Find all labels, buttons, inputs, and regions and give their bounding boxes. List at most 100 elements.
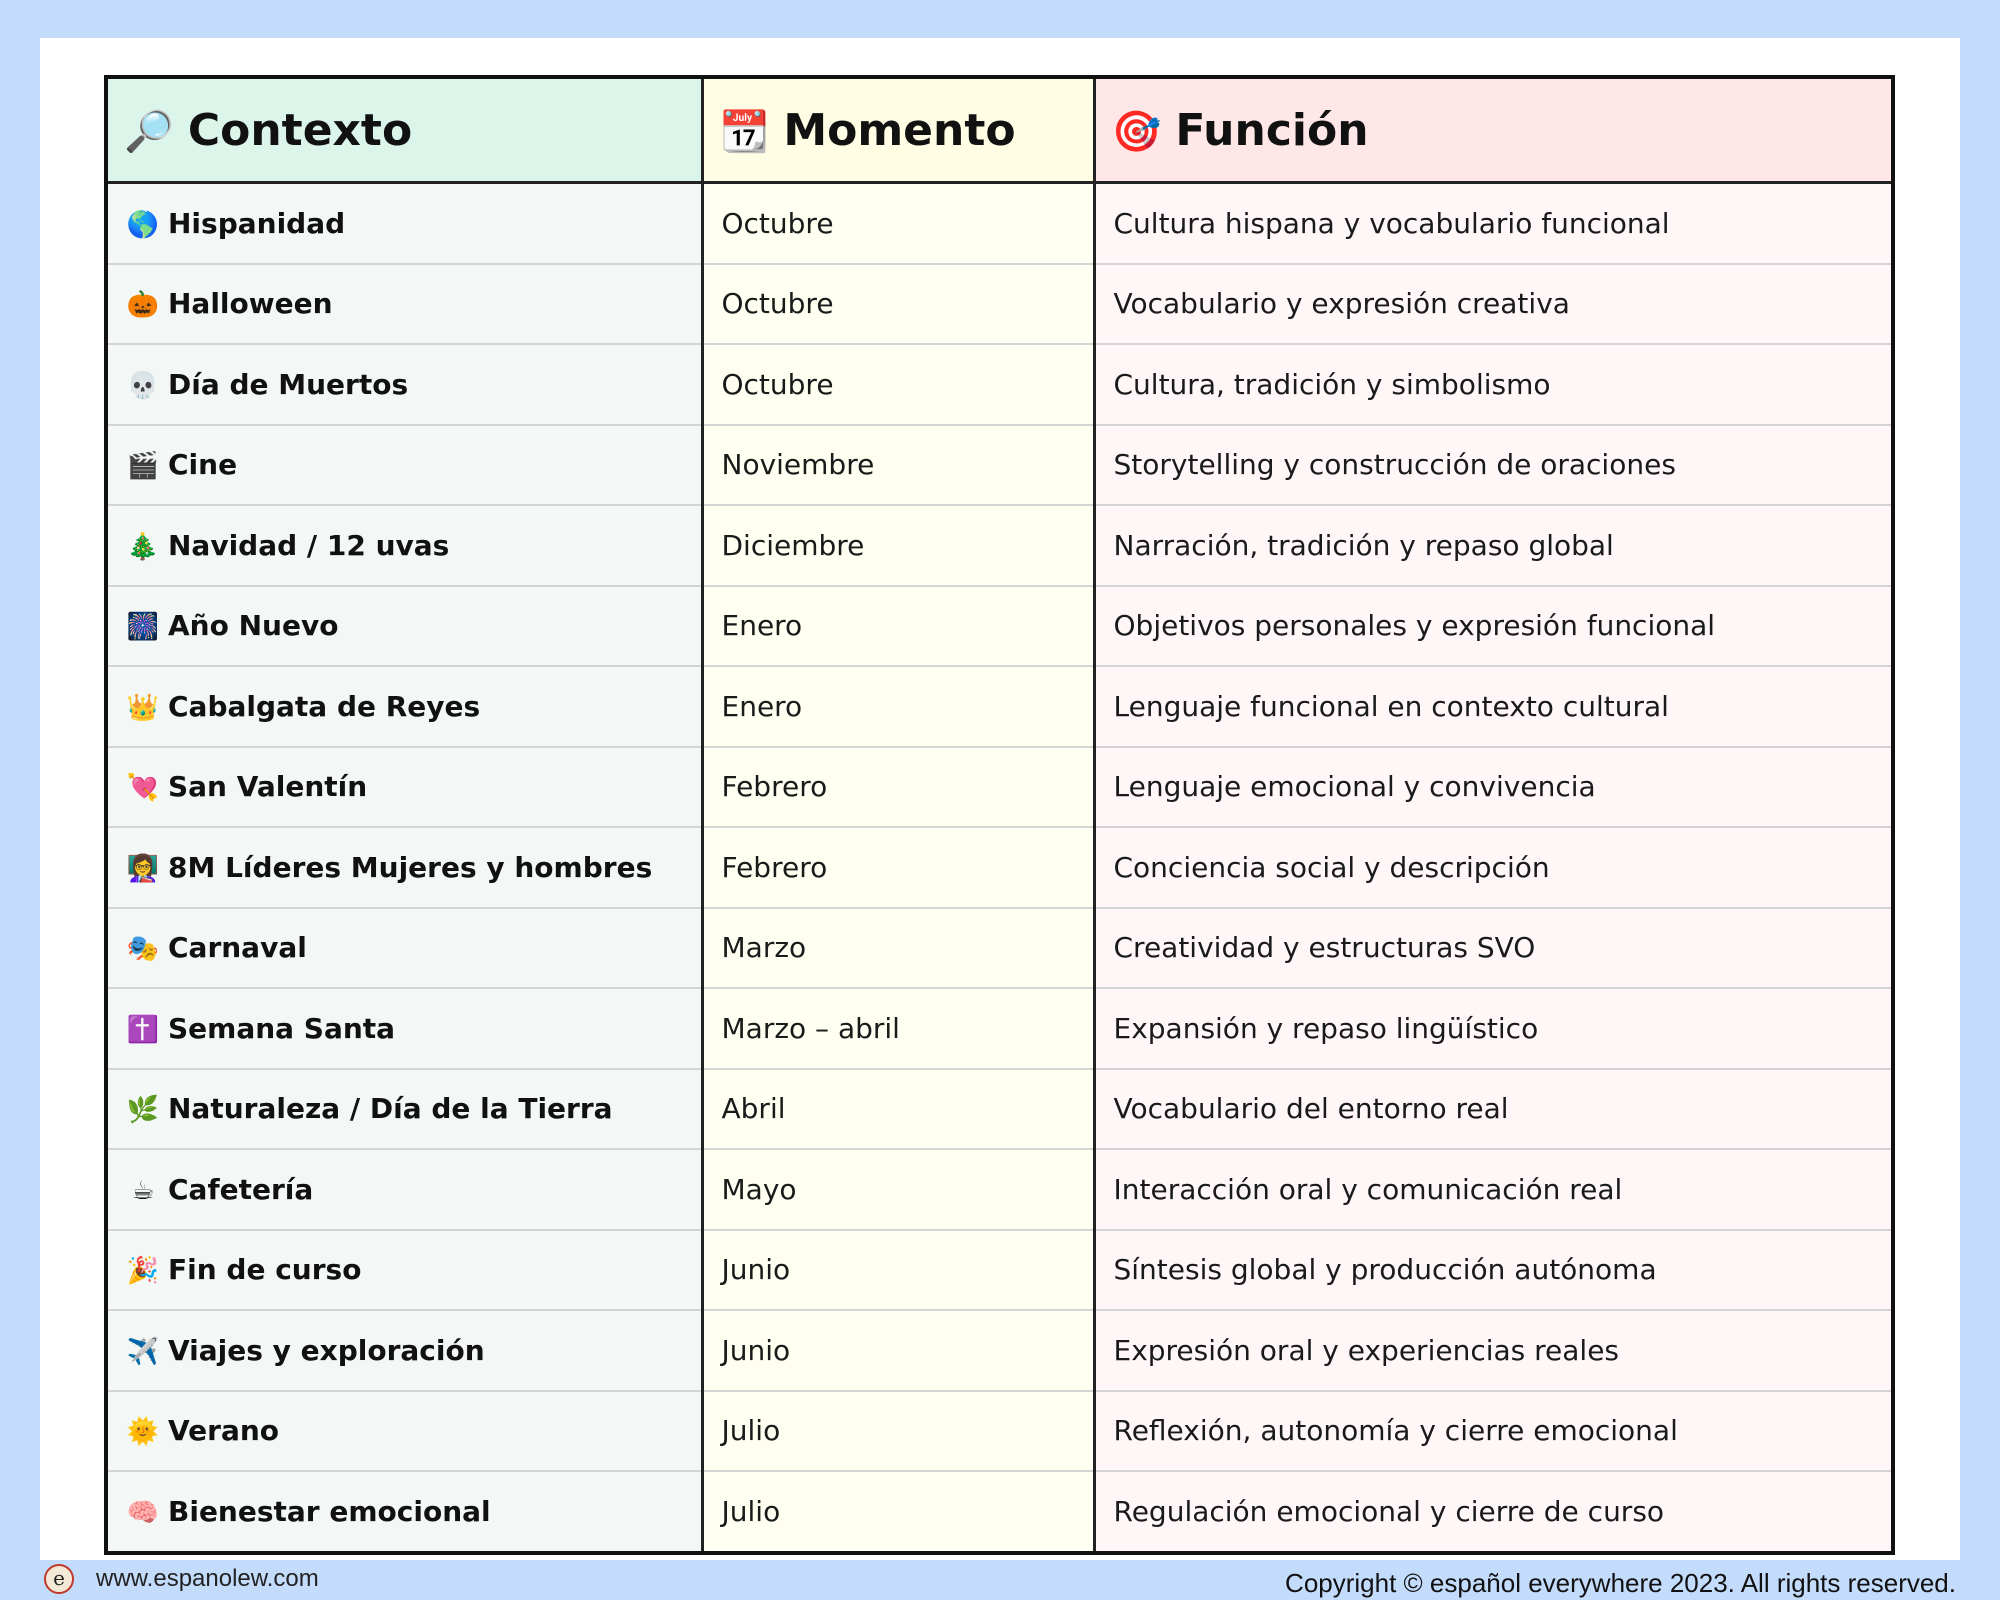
cell-momento: Octubre	[702, 344, 1096, 426]
context-label: 8M Líderes Mujeres y hombres	[168, 850, 653, 884]
cell-momento: Noviembre	[702, 424, 1096, 506]
table-row: 💀 Día de Muertos Octubre Cultura, tradición…	[106, 344, 1893, 426]
cell-funcion: Vocabulario del entorno real	[1094, 1068, 1893, 1150]
cell-momento: Mayo	[702, 1149, 1096, 1231]
context-label: San Valentín	[168, 770, 368, 804]
cell-momento: Abril	[702, 1068, 1096, 1150]
context-label: Halloween	[168, 287, 333, 321]
table-row: ✝️ Semana Santa Marzo – abril Expansión y r…	[106, 988, 1893, 1070]
header-label: Función	[1175, 104, 1369, 156]
context-label: Año Nuevo	[168, 609, 339, 643]
cell-contexto: 🎬 Cine	[106, 424, 704, 506]
table-row: 🎆 Año Nuevo Enero Objetivos personales y ex…	[106, 585, 1893, 667]
table-row: 🌿 Naturaleza / Día de la Tierra Abril Vocab…	[106, 1068, 1893, 1150]
cell-momento: Junio	[702, 1229, 1096, 1311]
header-funcion: 🎯 Función	[1094, 77, 1893, 184]
header-contexto: 🔎 Contexto	[106, 77, 704, 184]
cell-funcion: Narración, tradición y repaso global	[1094, 505, 1893, 587]
cell-contexto: 🎆 Año Nuevo	[106, 585, 704, 667]
cell-funcion: Expresión oral y experiencias reales	[1094, 1310, 1893, 1392]
cell-contexto: 🎉 Fin de curso	[106, 1229, 704, 1311]
cell-funcion: Objetivos personales y expresión funcion…	[1094, 585, 1893, 667]
context-label: Hispanidad	[168, 206, 346, 240]
magnifier-icon: 🔎	[124, 108, 174, 155]
cell-funcion: Lenguaje emocional y convivencia	[1094, 746, 1893, 828]
cross-icon: ✝️	[126, 1014, 160, 1045]
table-body: 🌎 Hispanidad Octubre Cultura hispana y voca…	[106, 182, 1893, 1553]
seasonal-contexts-table: 🔎 Contexto 📆 Momento 🎯 Función 🌎 Hispanidad O…	[104, 75, 1895, 1555]
theater-masks-icon: 🎭	[126, 934, 160, 965]
table-row: ✈️ Viajes y exploración Junio Expresión ora…	[106, 1310, 1893, 1392]
context-label: Navidad / 12 uvas	[168, 528, 450, 562]
context-label: Bienestar emocional	[168, 1494, 491, 1528]
cell-momento: Julio	[702, 1471, 1096, 1553]
target-icon: 🎯	[1111, 108, 1162, 155]
website-link[interactable]: www.espanolew.com	[96, 1565, 319, 1593]
cell-momento: Enero	[702, 666, 1096, 748]
context-label: Cabalgata de Reyes	[168, 689, 481, 723]
table-row: 🎄 Navidad / 12 uvas Diciembre Narración, tr…	[106, 505, 1893, 587]
table-row: 💘 San Valentín Febrero Lenguaje emocional y…	[106, 746, 1893, 828]
cell-contexto: ✝️ Semana Santa	[106, 988, 704, 1070]
cell-funcion: Storytelling y construcción de oraciones	[1094, 424, 1893, 506]
cell-funcion: Creatividad y estructuras SVO	[1094, 907, 1893, 989]
cell-contexto: 🌿 Naturaleza / Día de la Tierra	[106, 1068, 704, 1150]
cell-contexto: 👑 Cabalgata de Reyes	[106, 666, 704, 748]
crown-icon: 👑	[126, 692, 160, 723]
calendar-icon: 📆	[719, 108, 770, 155]
cell-momento: Octubre	[702, 263, 1096, 345]
cell-contexto: 💘 San Valentín	[106, 746, 704, 828]
context-label: Naturaleza / Día de la Tierra	[168, 1092, 613, 1126]
context-label: Semana Santa	[168, 1011, 396, 1045]
context-label: Carnaval	[168, 931, 307, 965]
cell-momento: Marzo – abril	[702, 988, 1096, 1070]
header-momento: 📆 Momento	[702, 77, 1096, 184]
cell-funcion: Reflexión, autonomía y cierre emocional	[1094, 1390, 1893, 1472]
cell-funcion: Interacción oral y comunicación real	[1094, 1149, 1893, 1231]
header-label: Momento	[783, 104, 1016, 156]
cell-funcion: Regulación emocional y cierre de curso	[1094, 1471, 1893, 1553]
cell-funcion: Vocabulario y expresión creativa	[1094, 263, 1893, 345]
cell-contexto: 💀 Día de Muertos	[106, 344, 704, 426]
footer-left: e www.espanolew.com	[44, 1564, 319, 1594]
table-row: 🎉 Fin de curso Junio Síntesis global y prod…	[106, 1229, 1893, 1311]
table-row: ☕ Cafetería Mayo Interacción oral y comunic…	[106, 1149, 1893, 1231]
brain-icon: 🧠	[126, 1497, 160, 1528]
context-label: Viajes y exploración	[168, 1333, 485, 1367]
cell-momento: Diciembre	[702, 505, 1096, 587]
cell-contexto: ☕ Cafetería	[106, 1149, 704, 1231]
context-label: Cine	[168, 448, 238, 482]
fireworks-icon: 🎆	[126, 612, 160, 643]
cell-contexto: 🎃 Halloween	[106, 263, 704, 345]
table-row: 👑 Cabalgata de Reyes Enero Lenguaje funcion…	[106, 666, 1893, 748]
cell-momento: Octubre	[702, 182, 1096, 265]
skull-icon: 💀	[126, 370, 160, 401]
cell-contexto: 👩‍🏫 8M Líderes Mujeres y hombres	[106, 827, 704, 909]
clapperboard-icon: 🎬	[126, 451, 160, 482]
christmas-tree-icon: 🎄	[126, 531, 160, 562]
cell-momento: Julio	[702, 1390, 1096, 1472]
cell-contexto: 🎭 Carnaval	[106, 907, 704, 989]
cell-momento: Febrero	[702, 746, 1096, 828]
coffee-icon: ☕	[131, 1175, 155, 1206]
party-popper-icon: 🎉	[126, 1256, 160, 1287]
context-label: Verano	[168, 1414, 280, 1448]
context-label: Fin de curso	[168, 1253, 362, 1287]
cell-contexto: 🌞 Verano	[106, 1390, 704, 1472]
cell-funcion: Expansión y repaso lingüístico	[1094, 988, 1893, 1070]
cell-contexto: 🧠 Bienestar emocional	[106, 1471, 704, 1553]
table-row: 🎭 Carnaval Marzo Creatividad y estructuras …	[106, 907, 1893, 989]
cell-momento: Febrero	[702, 827, 1096, 909]
header-row: 🔎 Contexto 📆 Momento 🎯 Función	[106, 77, 1893, 184]
cell-funcion: Cultura hispana y vocabulario funcional	[1094, 182, 1893, 265]
cell-funcion: Cultura, tradición y simbolismo	[1094, 344, 1893, 426]
context-label: Cafetería	[168, 1172, 314, 1206]
table-row: 🌞 Verano Julio Reflexión, autonomía y cierr…	[106, 1390, 1893, 1472]
sun-icon: 🌞	[126, 1417, 160, 1448]
table-row: 🎬 Cine Noviembre Storytelling y construcció…	[106, 424, 1893, 506]
table-row: 🎃 Halloween Octubre Vocabulario y expresión…	[106, 263, 1893, 345]
cell-funcion: Síntesis global y producción autónoma	[1094, 1229, 1893, 1311]
cell-momento: Junio	[702, 1310, 1096, 1392]
globe-icon: 🌎	[126, 209, 160, 240]
brand-logo-icon: e	[44, 1564, 74, 1594]
